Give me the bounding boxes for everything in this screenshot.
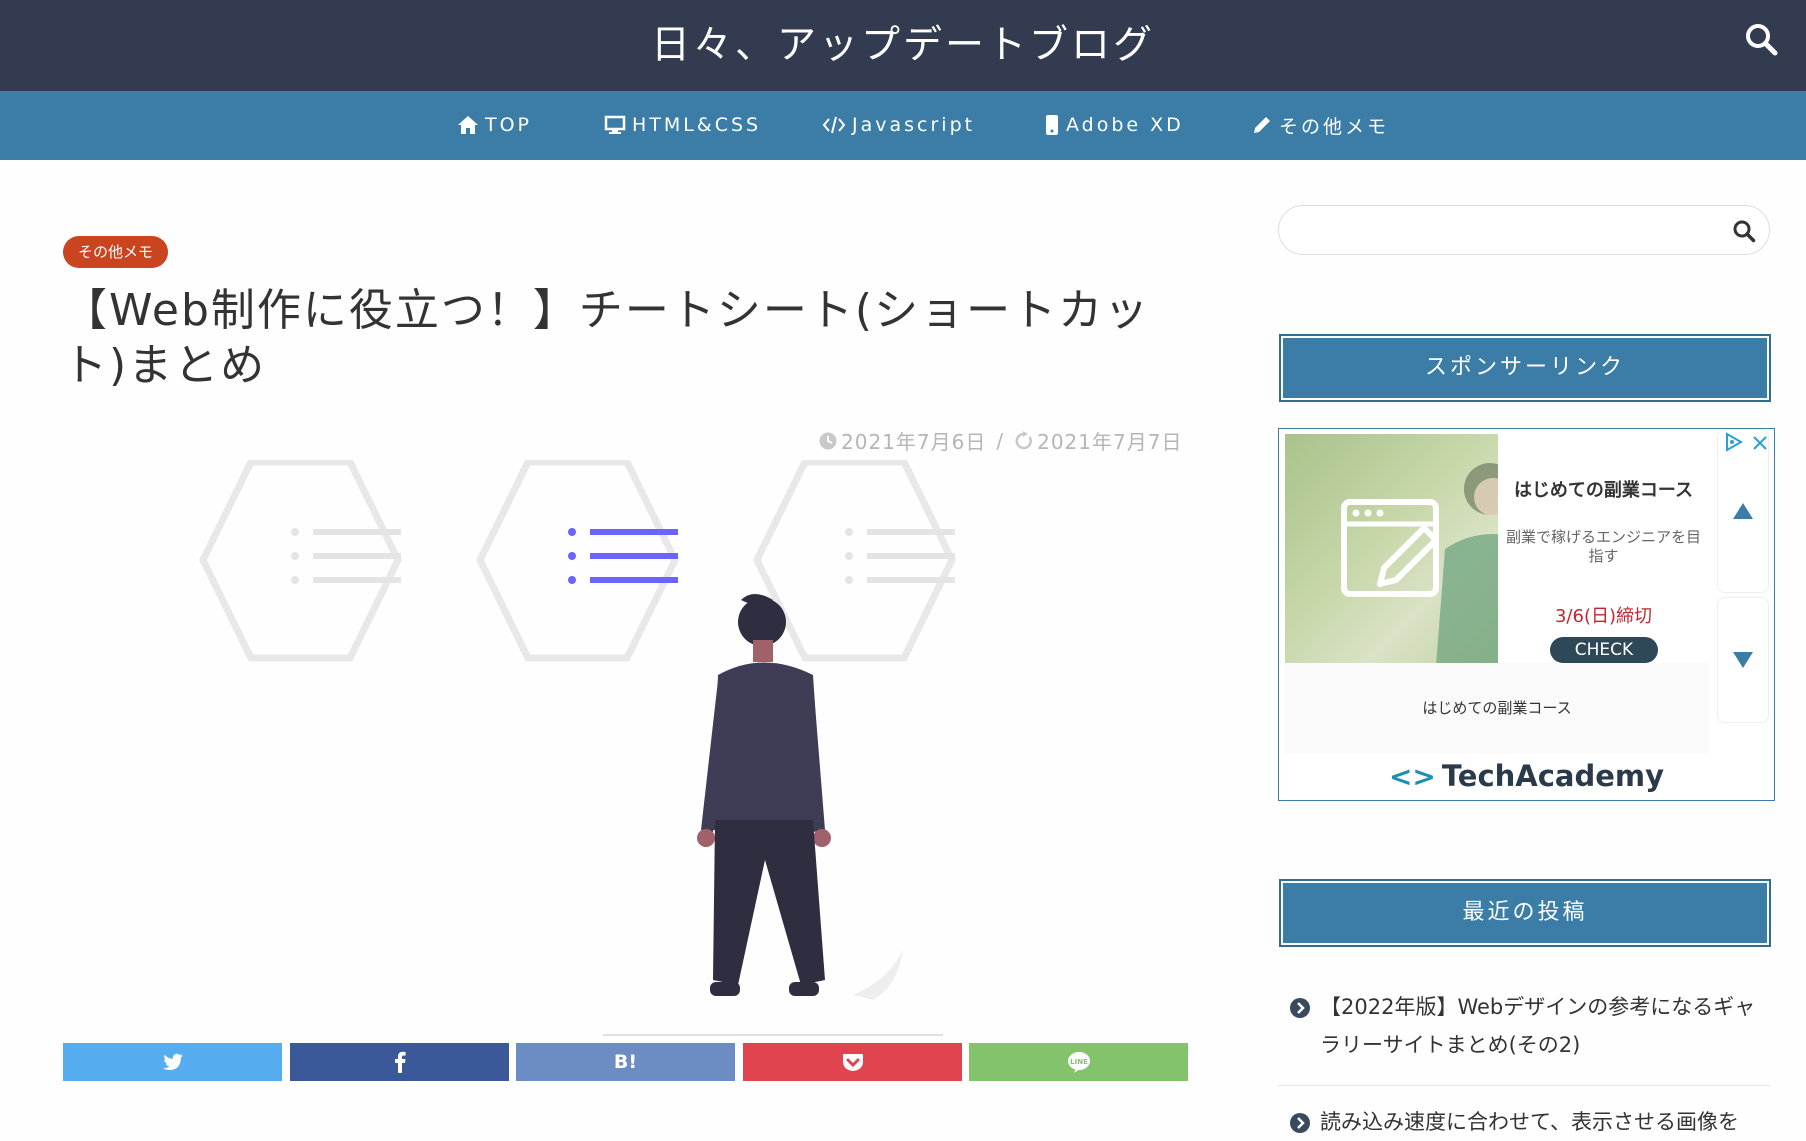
global-nav: TOP HTML&CSS Javascript Adobe XD その他メモ	[0, 91, 1806, 160]
nav-label: その他メモ	[1279, 115, 1390, 138]
nav-item-html-css[interactable]: HTML&CSS	[604, 112, 761, 138]
recent-post-title: 読み込み速度に合わせて、表示させる画像を	[1320, 1110, 1739, 1134]
ad-person-image	[1436, 463, 1498, 663]
nav-item-other-memo[interactable]: その他メモ	[1251, 112, 1389, 138]
nav-item-javascript[interactable]: Javascript	[822, 112, 975, 138]
eyecatch-illustration	[199, 460, 956, 1036]
ad-prev-button[interactable]	[1717, 429, 1769, 593]
ad-deadline: 3/6(日)締切	[1554, 606, 1652, 627]
post-title: 【Web制作に役立つ！】チートシート(ショートカット)まとめ	[63, 285, 1151, 391]
mobile-icon	[1046, 115, 1058, 135]
monitor-icon	[604, 115, 626, 134]
svg-text:LINE: LINE	[1070, 1058, 1088, 1066]
ad-brand[interactable]: <> TechAcademy	[1279, 759, 1774, 793]
nav-label: Adobe XD	[1066, 114, 1184, 136]
share-hatena-button[interactable]: B!	[516, 1043, 735, 1081]
hexagon-left-icon	[199, 460, 402, 662]
recent-post-link[interactable]: 読み込み速度に合わせて、表示させる画像を	[1290, 1103, 1770, 1141]
sidebar-search-form	[1278, 205, 1770, 255]
recent-post-link[interactable]: 【2022年版】Webデザインの参考になるギャラリーサイトまとめ(その2)	[1290, 988, 1770, 1064]
chevron-right-circle-icon	[1290, 998, 1310, 1018]
brand-chevrons-icon: <>	[1388, 759, 1436, 793]
hexagon-center-icon	[476, 460, 679, 662]
share-facebook-button[interactable]	[290, 1043, 509, 1081]
ad-brand-name: TechAcademy	[1441, 759, 1665, 793]
post-dates: 2021年7月6日 / 2021年7月7日	[818, 426, 1182, 455]
sponsor-widget-title: スポンサーリンク	[1279, 334, 1771, 402]
nav-label: HTML&CSS	[632, 114, 762, 136]
line-icon: LINE	[1067, 1052, 1090, 1073]
share-pocket-button[interactable]	[743, 1043, 962, 1081]
pocket-icon	[842, 1054, 863, 1071]
ad-image[interactable]	[1285, 434, 1498, 663]
ad-banner[interactable]: はじめての副業コース 副業で稼げるエンジニアを目指す 3/6(日)締切 CHEC…	[1278, 428, 1775, 801]
nav-item-adobe-xd[interactable]: Adobe XD	[1044, 112, 1184, 138]
nav-item-top[interactable]: TOP	[457, 112, 532, 138]
close-icon[interactable]	[1752, 435, 1768, 451]
pencil-icon	[1254, 117, 1270, 133]
recent-divider	[1278, 1085, 1770, 1086]
updated-date: 2021年7月7日	[1037, 430, 1183, 454]
nav-label: TOP	[485, 114, 533, 136]
search-icon[interactable]	[1732, 219, 1756, 243]
refresh-icon	[1015, 430, 1033, 449]
ad-subtext: 副業で稼げるエンジニアを目指す	[1505, 528, 1701, 565]
recent-posts-widget-title: 最近の投稿	[1279, 879, 1771, 947]
search-icon[interactable]	[1744, 22, 1778, 56]
chevron-right-circle-icon	[1290, 1113, 1310, 1133]
published-date: 2021年7月6日	[841, 430, 987, 454]
ad-card[interactable]: はじめての副業コース 副業で稼げるエンジニアを目指す 3/6(日)締切 CHEC…	[1498, 434, 1709, 663]
clock-icon	[819, 432, 837, 449]
site-title[interactable]: 日々、アップデートブログ	[0, 14, 1806, 70]
hatena-label: B!	[613, 1051, 638, 1073]
adchoices-icon[interactable]	[1724, 432, 1744, 452]
twitter-icon	[162, 1053, 183, 1071]
ad-headline: はじめての副業コース	[1513, 480, 1694, 501]
home-icon	[458, 116, 478, 134]
hexagon-right-icon	[753, 460, 956, 662]
category-badge[interactable]: その他メモ	[63, 236, 169, 268]
site-header: 日々、アップデートブログ	[0, 0, 1806, 91]
edit-window-icon	[1341, 499, 1439, 597]
facebook-icon	[394, 1051, 406, 1073]
ad-check-button[interactable]: CHECK	[1550, 637, 1658, 663]
recent-post-title: 【2022年版】Webデザインの参考になるギャラリーサイトまとめ(その2)	[1320, 995, 1756, 1057]
triangle-down-icon	[1733, 652, 1753, 668]
date-separator: /	[996, 428, 1005, 453]
share-line-button[interactable]: LINE	[969, 1043, 1188, 1081]
ad-caption[interactable]: はじめての副業コース	[1285, 663, 1709, 753]
plant-leaf-icon	[853, 950, 903, 1000]
sidebar-search-input[interactable]	[1299, 214, 1703, 248]
nav-label: Javascript	[852, 114, 976, 136]
ad-next-button[interactable]	[1717, 597, 1769, 723]
person-figure	[697, 594, 831, 996]
triangle-up-icon	[1733, 503, 1753, 519]
share-twitter-button[interactable]	[63, 1043, 282, 1081]
code-icon	[822, 116, 846, 134]
